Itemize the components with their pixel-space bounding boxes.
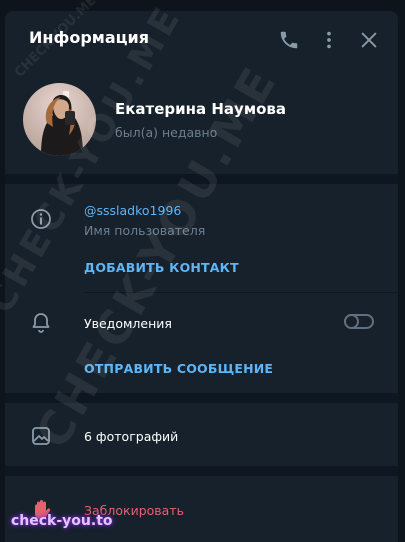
profile-name: Екатерина Наумова [115, 100, 287, 118]
section-separator [5, 393, 398, 403]
username-link[interactable]: @sssladko1996 [84, 203, 181, 218]
user-info-panel: Информация Екатерина Наумова был(а) неда… [5, 11, 398, 542]
bell-icon [29, 311, 53, 335]
profile-status: был(а) недавно [115, 125, 218, 140]
send-message-button[interactable]: ОТПРАВИТЬ СООБЩЕНИЕ [84, 361, 273, 376]
notifications-label: Уведомления [84, 316, 172, 331]
notifications-toggle[interactable] [344, 314, 374, 329]
avatar[interactable] [23, 83, 96, 156]
profile-section: Екатерина Наумова был(а) недавно [5, 67, 398, 174]
photo-icon [29, 424, 53, 448]
username-label: Имя пользователя [84, 223, 206, 238]
section-separator [5, 466, 398, 476]
info-icon [29, 207, 53, 231]
divider [84, 292, 398, 293]
watermark-footer: check-you.to [11, 513, 113, 529]
phone-icon[interactable] [278, 29, 300, 51]
add-contact-button[interactable]: ДОБАВИТЬ КОНТАКТ [84, 260, 239, 275]
close-icon[interactable] [358, 29, 380, 51]
panel-header: Информация [5, 11, 398, 67]
toggle-knob [344, 314, 359, 329]
more-vertical-icon[interactable] [318, 29, 340, 51]
photos-item[interactable]: 6 фотографий [84, 429, 178, 444]
panel-title: Информация [29, 28, 149, 47]
section-separator [5, 174, 398, 184]
